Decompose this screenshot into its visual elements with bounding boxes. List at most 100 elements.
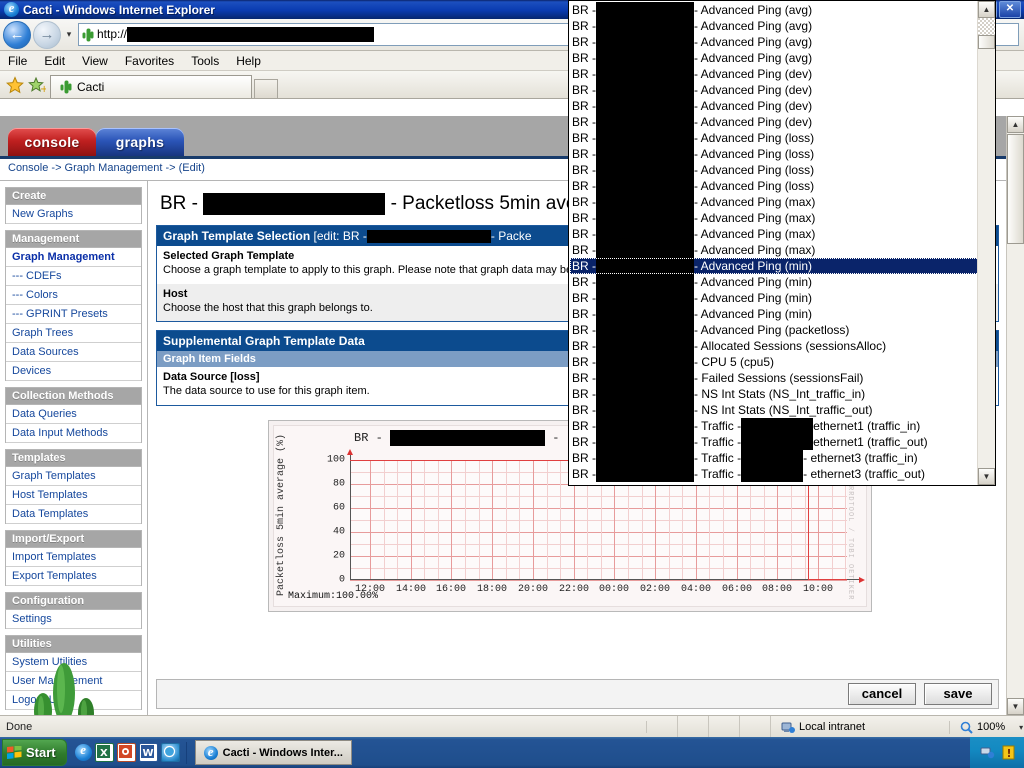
close-button[interactable]: ✕ [999,1,1021,18]
tray-alert-icon[interactable]: ! [1001,745,1016,760]
add-to-favorites-icon[interactable]: + [28,76,48,95]
dropdown-option[interactable]: BR - - Failed Sessions (sessionsFail) [570,370,979,386]
dropdown-option[interactable]: BR - - CPU 5 (cpu5) [570,354,979,370]
tab-graphs[interactable]: graphs [96,128,184,156]
dropdown-option[interactable]: BR - - Advanced Ping (max) [570,242,979,258]
tab-console[interactable]: console [8,128,96,156]
sidebar-item-graph-templates[interactable]: Graph Templates [6,467,141,486]
back-arrow-icon: ← [9,25,25,43]
dropdown-option-prefix: BR - [572,291,596,305]
history-dropdown-button[interactable]: ▾ [62,29,76,40]
dropdown-option[interactable]: BR - - Advanced Ping (avg) [570,2,979,18]
sidebar-item-graph-management[interactable]: Graph Management [6,248,141,267]
cancel-button[interactable]: cancel [848,683,916,705]
dropdown-scroll-track[interactable] [978,18,995,35]
ql-word-icon[interactable]: W [138,743,158,762]
menu-favorites[interactable]: Favorites [125,54,174,68]
dropdown-option-prefix: BR - [572,19,596,33]
sidebar-item-settings[interactable]: Settings [6,610,141,629]
dropdown-option[interactable]: BR - - Advanced Ping (max) [570,194,979,210]
sidebar-item-data-queries[interactable]: Data Queries [6,405,141,424]
menu-edit[interactable]: Edit [44,54,65,68]
sidebar-item-devices[interactable]: Devices [6,362,141,381]
dropdown-scroll-down-button[interactable]: ▼ [978,468,995,485]
dropdown-option[interactable]: BR - - Advanced Ping (dev) [570,82,979,98]
save-button[interactable]: save [924,683,992,705]
dropdown-option[interactable]: BR - - Traffic - - ethernet3 (traffic_in) [570,450,979,466]
chevron-down-icon[interactable]: ▾ [1019,723,1023,732]
ql-excel-icon[interactable]: X [94,743,114,762]
dropdown-scrollbar-thumb[interactable] [978,35,995,49]
graph-annotation-maximum: Maximum:100.00% [288,590,379,602]
dropdown-option-label: - Advanced Ping (dev) [694,115,813,129]
dropdown-option[interactable]: BR - - Traffic - - ethernet3 (traffic_out) [570,466,979,482]
status-cell-2 [678,716,709,738]
dropdown-option[interactable]: BR - - Advanced Ping (dev) [570,114,979,130]
dropdown-option[interactable]: BR - - Advanced Ping (avg) [570,50,979,66]
graph-title: BR - - [354,429,559,446]
menu-tools[interactable]: Tools [191,54,219,68]
sidebar-item-graph-trees[interactable]: Graph Trees [6,324,141,343]
dropdown-option[interactable]: BR - - Advanced Ping (max) [570,210,979,226]
dropdown-option[interactable]: BR - - Advanced Ping (loss) [570,178,979,194]
sidebar-item-export-templates[interactable]: Export Templates [6,567,141,586]
sidebar-item-cdefs[interactable]: --- CDEFs [6,267,141,286]
sidebar-item-import-templates[interactable]: Import Templates [6,548,141,567]
dropdown-option[interactable]: BR - - Advanced Ping (loss) [570,146,979,162]
menu-help[interactable]: Help [236,54,261,68]
address-redacted-block [127,27,375,43]
dropdown-option[interactable]: BR - - Advanced Ping (max) [570,226,979,242]
back-button[interactable]: ← [3,20,31,49]
sidebar-item-data-input-methods[interactable]: Data Input Methods [6,424,141,443]
dropdown-option[interactable]: BR - - NS Int Stats (NS_Int_traffic_in) [570,386,979,402]
dropdown-option[interactable]: BR - - Advanced Ping (dev) [570,66,979,82]
new-tab-button[interactable] [254,79,278,98]
dropdown-option[interactable]: BR - - Advanced Ping (min) [570,306,979,322]
dropdown-option[interactable]: BR - - Advanced Ping (min) [570,274,979,290]
dropdown-option[interactable]: BR - - Allocated Sessions (sessionsAlloc) [570,338,979,354]
zoom-control[interactable]: 100% ▾ [950,721,1024,734]
sidebar-item-colors[interactable]: --- Colors [6,286,141,305]
dropdown-option[interactable]: BR - - Advanced Ping (avg) [570,34,979,50]
dropdown-option[interactable]: BR - - Advanced Ping (min) [570,290,979,306]
dropdown-option-list[interactable]: BR - - Advanced Ping (avg) BR - - Advanced … [570,2,979,482]
dropdown-option-redacted-block [596,466,694,482]
browser-tab-cacti[interactable]: Cacti [50,75,252,98]
sidebar-item-data-templates[interactable]: Data Templates [6,505,141,524]
data-source-dropdown[interactable]: BR - - Advanced Ping (avg) BR - - Advanced … [568,0,996,486]
sidebar-group: Management Graph Management --- CDEFs --- C… [5,230,142,381]
taskbar-item-cacti[interactable]: Cacti - Windows Inter... [194,740,352,765]
forward-button[interactable]: → [33,20,61,49]
dropdown-option[interactable]: BR - - Advanced Ping (min) [570,258,979,274]
dropdown-option[interactable]: BR - - NS Int Stats (NS_Int_traffic_out) [570,402,979,418]
scroll-up-button[interactable]: ▲ [1007,116,1024,133]
menu-view[interactable]: View [82,54,108,68]
scrollbar-thumb[interactable] [1007,134,1024,244]
tray-network-icon[interactable] [980,745,995,760]
star-icon[interactable] [6,75,24,94]
menu-file[interactable]: File [8,54,27,68]
dropdown-option[interactable]: BR - - Advanced Ping (packetloss) [570,322,979,338]
dropdown-option[interactable]: BR - - Advanced Ping (loss) [570,130,979,146]
security-zone[interactable]: Local intranet [771,720,950,734]
dropdown-option[interactable]: BR - - Traffic - ethernet1 (traffic_out) [570,434,979,450]
dropdown-option[interactable]: BR - - Advanced Ping (dev) [570,98,979,114]
scroll-down-button[interactable]: ▼ [1007,698,1024,715]
sidebar-item-new-graphs[interactable]: New Graphs [6,205,141,224]
dropdown-scrollbar[interactable]: ▲ ▼ [977,1,995,485]
sidebar-item-data-sources[interactable]: Data Sources [6,343,141,362]
start-button[interactable]: Start [2,739,67,766]
sidebar-item-gprint-presets[interactable]: --- GPRINT Presets [6,305,141,324]
status-cell-1 [647,716,678,738]
address-input[interactable]: http:// [97,27,375,43]
ql-outlook-icon[interactable] [116,743,136,762]
dropdown-option[interactable]: BR - - Traffic - ethernet1 (traffic_in) [570,418,979,434]
page-scrollbar[interactable]: ▲ ▼ [1006,116,1024,715]
dropdown-scroll-up-button[interactable]: ▲ [978,1,995,18]
ql-messenger-icon[interactable] [160,743,180,762]
dropdown-option[interactable]: BR - - Advanced Ping (avg) [570,18,979,34]
ql-internet-explorer-icon[interactable] [74,742,92,761]
dropdown-option-label: - Advanced Ping (min) [694,291,813,305]
dropdown-option[interactable]: BR - - Advanced Ping (loss) [570,162,979,178]
sidebar-item-host-templates[interactable]: Host Templates [6,486,141,505]
